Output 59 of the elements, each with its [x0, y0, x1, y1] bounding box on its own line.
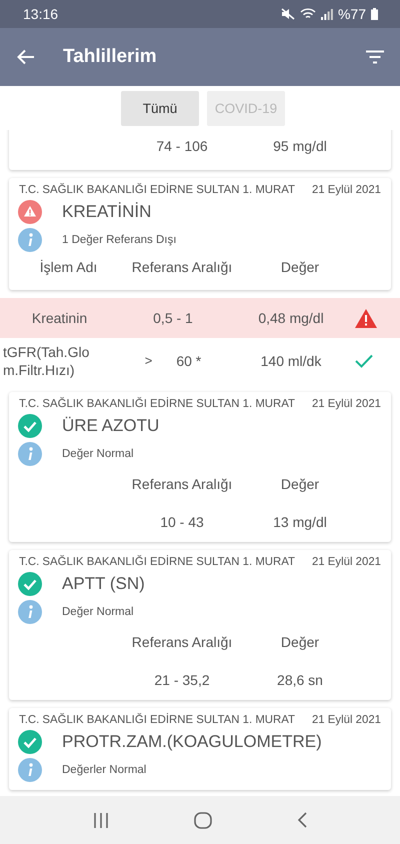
- screen-title: Tahlillerim: [63, 46, 158, 68]
- column-header: Değer: [280, 634, 320, 650]
- battery-icon: [371, 8, 378, 20]
- hospital-name: T.C. SAĞLIK BAKANLIĞI EDİRNE SULTAN 1. MURAT: [19, 184, 295, 196]
- reference-range: 60 *: [176, 353, 202, 369]
- column-header: Değer: [280, 259, 320, 275]
- result-date: 21 Eylül 2021: [312, 556, 381, 568]
- result-note: Değerler Normal: [62, 764, 146, 776]
- battery-level: %77: [338, 6, 366, 22]
- result-value: 140 ml/dk: [260, 353, 322, 369]
- info-icon: [18, 442, 42, 466]
- filter-button[interactable]: [366, 50, 384, 64]
- home-button[interactable]: [194, 812, 212, 828]
- recent-apps-button[interactable]: [92, 812, 109, 828]
- check-icon: [355, 354, 373, 368]
- operator: >: [144, 353, 152, 369]
- result-date: 21 Eylül 2021: [312, 184, 381, 196]
- wifi-icon: [300, 8, 316, 20]
- reference-range: 10 - 43: [159, 514, 205, 530]
- column-header: Referans Aralığı: [130, 259, 234, 275]
- hospital-name: T.C. SAĞLIK BAKANLIĞI EDİRNE SULTAN 1. MURAT: [19, 714, 295, 726]
- signal-icon: [320, 8, 333, 20]
- result-value: 95 mg/dl: [272, 138, 328, 154]
- check-circle-icon: [18, 414, 42, 438]
- result-date: 21 Eylül 2021: [312, 714, 381, 726]
- reference-range: 21 - 35,2: [153, 672, 211, 688]
- info-icon: [18, 228, 42, 252]
- reference-range: 74 - 106: [155, 138, 209, 154]
- back-nav-button[interactable]: [297, 812, 308, 828]
- test-name: Kreatinin: [30, 308, 88, 328]
- check-circle-icon: [18, 730, 42, 754]
- mute-icon: [280, 8, 295, 20]
- reference-range: 0,5 - 1: [152, 310, 194, 326]
- result-value: 0,48 mg/dl: [257, 310, 325, 326]
- status-time: 13:16: [23, 6, 58, 22]
- test-title: PROTR.ZAM.(KOAGULOMETRE): [62, 732, 322, 752]
- result-value: 13 mg/dl: [272, 514, 328, 530]
- column-header: İşlem Adı: [38, 259, 98, 275]
- test-title: KREATİNİN: [62, 202, 152, 222]
- hospital-name: T.C. SAĞLIK BAKANLIĞI EDİRNE SULTAN 1. MURAT: [19, 398, 295, 410]
- result-note: 1 Değer Referans Dışı: [62, 234, 176, 246]
- filter-tab[interactable]: Tümü: [121, 90, 199, 126]
- warning-icon: [355, 308, 377, 328]
- warning-circle-icon: [18, 200, 42, 224]
- column-header: Referans Aralığı: [130, 476, 234, 492]
- info-icon: [18, 600, 42, 624]
- column-header: Değer: [280, 476, 320, 492]
- result-value: 28,6 sn: [276, 672, 324, 688]
- test-name: tGFR(Tah.Glom.Filtr.Hızı): [2, 342, 90, 380]
- result-note: Değer Normal: [62, 606, 134, 618]
- hospital-name: T.C. SAĞLIK BAKANLIĞI EDİRNE SULTAN 1. MURAT: [19, 556, 295, 568]
- back-button[interactable]: [17, 49, 35, 65]
- result-date: 21 Eylül 2021: [312, 398, 381, 410]
- info-icon: [18, 758, 42, 782]
- test-title: ÜRE AZOTU: [62, 416, 160, 436]
- check-circle-icon: [18, 572, 42, 596]
- column-header: Referans Aralığı: [130, 634, 234, 650]
- test-title: APTT (SN): [62, 574, 145, 594]
- result-note: Değer Normal: [62, 448, 134, 460]
